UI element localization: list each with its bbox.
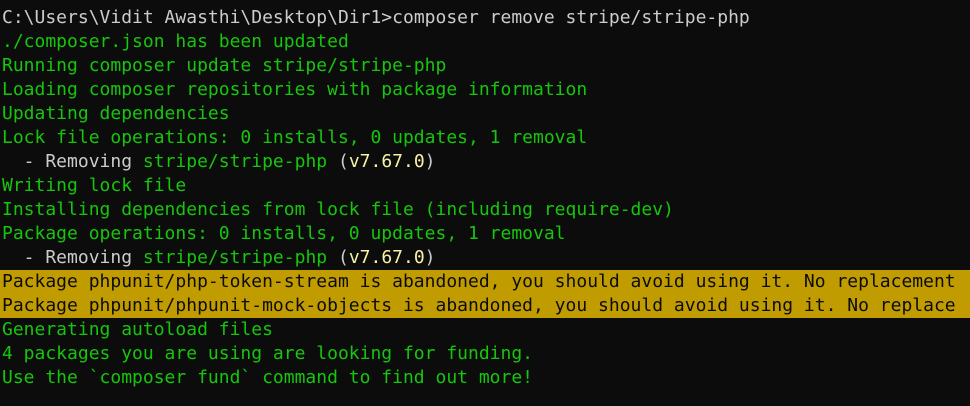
paren-open: ( (327, 151, 349, 172)
output-line: Lock file operations: 0 installs, 0 upda… (2, 127, 588, 148)
paren-close: ) (424, 247, 436, 268)
output-line: Installing dependencies from lock file (… (2, 199, 674, 220)
output-line: ./composer.json has been updated (2, 31, 349, 52)
removing-line: - Removing stripe/stripe-php (v7.67.0) (0, 150, 970, 174)
removing-prefix: - Removing (2, 151, 143, 172)
package-name: stripe/stripe-php (142, 247, 328, 268)
command-text: composer remove stripe/stripe-php (392, 7, 750, 28)
warning-line: Package phpunit/php-token-stream is aban… (0, 270, 970, 294)
removing-prefix: - Removing (2, 247, 143, 268)
output-line: Loading composer repositories with packa… (2, 79, 588, 100)
warning-line: Package phpunit/phpunit-mock-objects is … (0, 294, 970, 318)
output-line: Package operations: 0 installs, 0 update… (2, 223, 566, 244)
terminal-window[interactable]: C:\Users\Vidit Awasthi\Desktop\Dir1>comp… (0, 0, 970, 406)
removing-line: - Removing stripe/stripe-php (v7.67.0) (0, 246, 970, 270)
output-line: Running composer update stripe/stripe-ph… (2, 55, 447, 76)
package-name: stripe/stripe-php (142, 151, 328, 172)
prompt-line: C:\Users\Vidit Awasthi\Desktop\Dir1>comp… (0, 6, 970, 30)
prompt-path: C:\Users\Vidit Awasthi\Desktop\Dir1> (2, 7, 393, 28)
output-line: Updating dependencies (2, 103, 230, 124)
output-line: Use the `composer fund` command to find … (2, 367, 534, 388)
output-line: 4 packages you are using are looking for… (2, 343, 534, 364)
paren-open: ( (327, 247, 349, 268)
output-line: Generating autoload files (2, 319, 273, 340)
package-version: v7.67.0 (348, 151, 425, 172)
package-version: v7.67.0 (348, 247, 425, 268)
output-line: Writing lock file (2, 175, 187, 196)
paren-close: ) (424, 151, 436, 172)
